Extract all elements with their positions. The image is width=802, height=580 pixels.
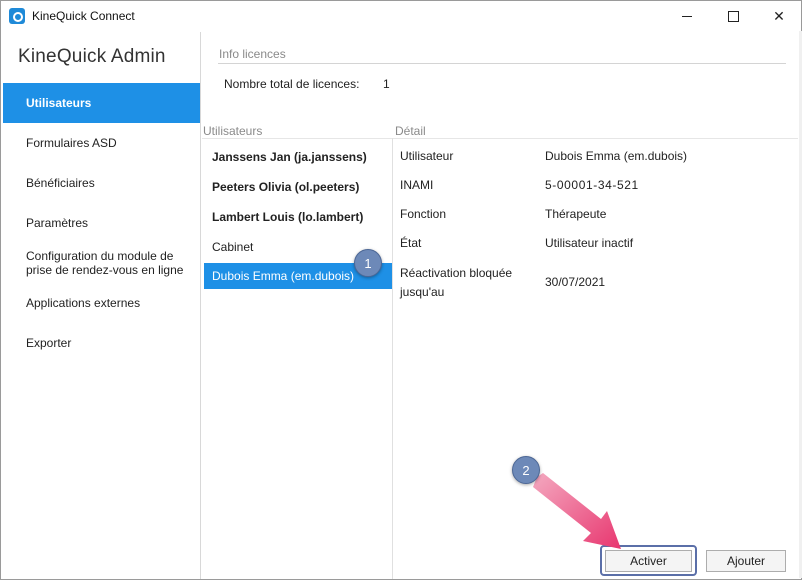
sidebar-item-utilisateurs[interactable]: Utilisateurs (3, 83, 200, 123)
detail-section-label: Détail (395, 124, 426, 138)
licences-total-label: Nombre total de licences: (224, 77, 360, 91)
annotation-arrow (533, 473, 621, 549)
title-bar: KineQuick Connect ✕ (1, 1, 801, 32)
user-row-label: Cabinet (212, 240, 254, 254)
annotation-marker-2: 2 (512, 456, 540, 484)
sidebar-item-configuration-rdv[interactable]: Configuration du module de prise de rend… (3, 243, 200, 283)
user-row-label: Janssens Jan (ja.janssens) (212, 150, 367, 164)
window-title: KineQuick Connect (32, 9, 135, 23)
licences-section-label: Info licences (219, 47, 286, 61)
sidebar-item-label: Bénéficiaires (26, 176, 95, 190)
user-list: Janssens Jan (ja.janssens) Peeters Olivi… (203, 138, 393, 579)
sidebar-item-applications-externes[interactable]: Applications externes (3, 283, 200, 323)
detail-label-inami: INAMI (400, 178, 434, 192)
arrow-shape (533, 473, 621, 549)
detail-label-utilisateur: Utilisateur (400, 149, 454, 163)
maximize-icon (727, 11, 739, 22)
close-icon: ✕ (773, 8, 785, 24)
sidebar-title: KineQuick Admin (18, 46, 166, 67)
sidebar: KineQuick Admin Utilisateurs Formulaires… (1, 32, 201, 579)
sidebar-item-label: Configuration du module de prise de rend… (26, 249, 184, 277)
sidebar-item-label: Formulaires ASD (26, 136, 117, 150)
app-logo-icon (9, 8, 25, 24)
add-button[interactable]: Ajouter (706, 550, 786, 572)
detail-value-inami: 5-00001-34-521 (545, 178, 639, 192)
sidebar-item-label: Utilisateurs (26, 96, 92, 110)
user-row-label: Peeters Olivia (ol.peeters) (212, 180, 360, 194)
licences-total-value: 1 (383, 77, 390, 91)
minimize-icon (682, 16, 692, 17)
user-row-label: Lambert Louis (lo.lambert) (212, 210, 364, 224)
sidebar-item-label: Exporter (26, 336, 72, 350)
licences-divider (218, 63, 786, 64)
maximize-button[interactable] (710, 1, 756, 32)
minimize-button[interactable] (664, 1, 710, 32)
sidebar-item-beneficiaires[interactable]: Bénéficiaires (3, 163, 200, 203)
sidebar-item-formulaires-asd[interactable]: Formulaires ASD (3, 123, 200, 163)
user-row-lambert[interactable]: Lambert Louis (lo.lambert) (204, 204, 392, 230)
sidebar-item-parametres[interactable]: Paramètres (3, 203, 200, 243)
user-row-peeters[interactable]: Peeters Olivia (ol.peeters) (204, 174, 392, 200)
list-divider (392, 138, 393, 579)
sidebar-item-label: Paramètres (26, 216, 89, 230)
detail-label-etat: État (400, 236, 422, 250)
detail-value-etat: Utilisateur inactif (545, 236, 634, 250)
detail-value-fonction: Thérapeute (545, 207, 607, 221)
annotation-marker-1: 1 (354, 249, 382, 277)
app-window: KineQuick Connect ✕ KineQuick Admin Util… (0, 0, 802, 580)
users-section-label: Utilisateurs (203, 124, 263, 138)
detail-value-reactivation: 30/07/2021 (545, 275, 606, 289)
detail-label-fonction: Fonction (400, 207, 447, 221)
sidebar-item-label: Applications externes (26, 296, 141, 310)
sidebar-item-exporter[interactable]: Exporter (3, 323, 200, 363)
detail-label-reactivation: Réactivation bloquée jusqu'au (400, 266, 513, 299)
user-row-janssens[interactable]: Janssens Jan (ja.janssens) (204, 144, 392, 170)
detail-value-utilisateur: Dubois Emma (em.dubois) (545, 149, 688, 163)
close-button[interactable]: ✕ (756, 1, 802, 32)
user-row-label: Dubois Emma (em.dubois) (212, 269, 355, 283)
